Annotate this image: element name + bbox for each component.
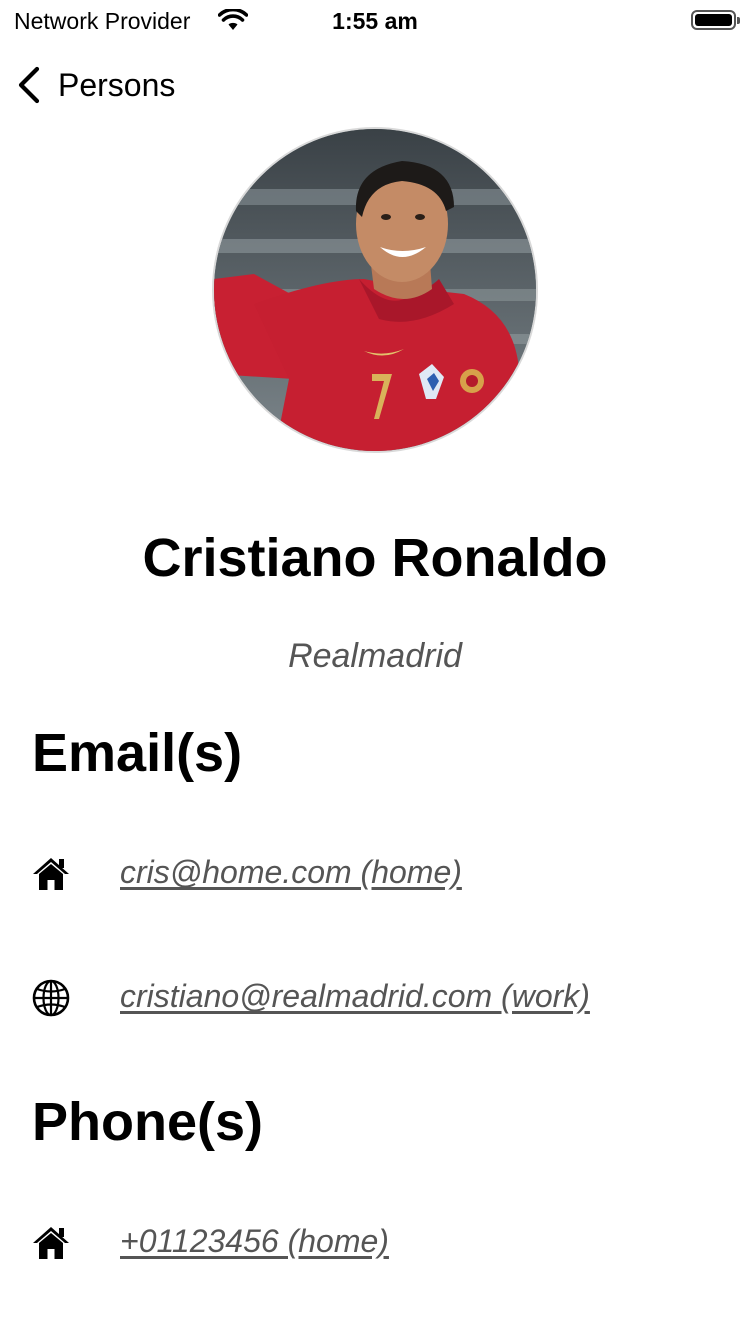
back-button-label: Persons: [58, 66, 176, 103]
status-bar: Network Provider 1:55 am: [0, 0, 750, 40]
email-work-link[interactable]: cristiano@realmadrid.com (work): [120, 978, 590, 1015]
back-button[interactable]: Persons: [14, 62, 175, 108]
chevron-left-icon: [18, 66, 40, 104]
person-subtitle: Realmadrid: [288, 637, 462, 675]
battery-icon: [691, 10, 740, 30]
battery-level: [695, 14, 732, 26]
phone-row-home[interactable]: +01123456 (home): [0, 1212, 750, 1272]
home-icon: [33, 858, 69, 890]
globe-icon: [32, 979, 70, 1017]
avatar: [212, 127, 538, 453]
email-row-work[interactable]: cristiano@realmadrid.com (work): [0, 967, 750, 1027]
emails-section-title: Email(s): [32, 723, 243, 783]
phone-home-link[interactable]: +01123456 (home): [120, 1223, 389, 1260]
email-home-link[interactable]: cris@home.com (home): [120, 854, 462, 891]
person-name: Cristiano Ronaldo: [142, 528, 608, 588]
navigation-bar: Persons: [0, 60, 750, 110]
clock: 1:55 am: [332, 8, 418, 34]
avatar-photo: [214, 129, 536, 451]
home-icon: [33, 1227, 69, 1259]
phones-section-title: Phone(s): [32, 1092, 264, 1152]
email-row-home[interactable]: cris@home.com (home): [0, 843, 750, 903]
